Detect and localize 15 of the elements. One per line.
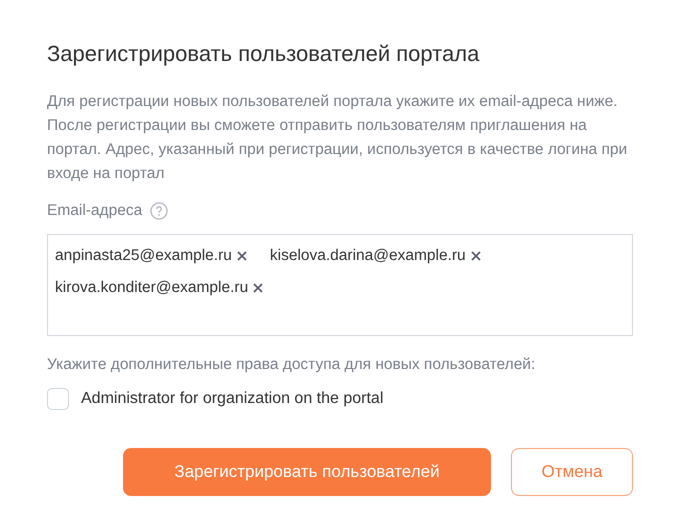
remove-icon[interactable] bbox=[252, 282, 264, 294]
email-input-field[interactable]: anpinasta25@example.ru kiselova.darina@example.ru kirova.konditer@example.ru bbox=[47, 234, 633, 336]
dialog-title: Зарегистрировать пользователей портала bbox=[47, 40, 480, 68]
email-tag: kiselova.darina@example.ru bbox=[270, 247, 466, 265]
field-label: Email-адреса bbox=[47, 202, 142, 220]
email-tag: kirova.konditer@example.ru bbox=[55, 279, 248, 297]
checkbox[interactable] bbox=[47, 388, 69, 410]
checkbox-label: Administrator for organization on the portal bbox=[81, 390, 384, 408]
email-tag: anpinasta25@example.ru bbox=[55, 247, 232, 265]
remove-icon[interactable] bbox=[236, 250, 248, 262]
rights-label: Укажите дополнительные права доступа для новых пользователей: bbox=[47, 356, 536, 374]
cancel-button[interactable]: Отмена bbox=[511, 448, 633, 496]
description-text: Для регистрации новых пользователей портала укажите их email-адреса ниже. После регистрации вы сможете отправить пользователям приглашения на портал. Адрес, указанный при регистрации, используется в качестве логина при входе на портал bbox=[47, 92, 628, 184]
remove-icon[interactable] bbox=[470, 250, 482, 262]
register-button[interactable]: Зарегистрировать пользователей bbox=[123, 448, 491, 496]
